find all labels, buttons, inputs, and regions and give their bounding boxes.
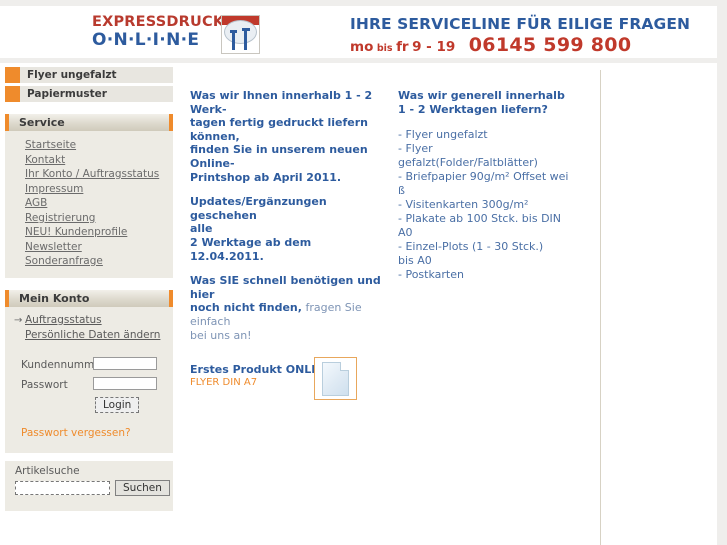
- sidebar-item-registrierung[interactable]: Registrierung: [5, 211, 173, 226]
- serviceline-headline: IHRE SERVICELINE FÜR EILIGE FRAGEN: [350, 15, 691, 33]
- serviceline-hours: 9 - 19: [412, 39, 456, 55]
- section-cap-right-icon: [169, 289, 173, 307]
- site-logo[interactable]: EXPRESSDRUCK O·N·L·I·N·E: [92, 14, 260, 54]
- sidebar-item-agb[interactable]: AGB: [5, 196, 173, 211]
- section-header-mein-konto: Mein Konto: [5, 289, 173, 307]
- serviceline-day-conj: bis: [376, 43, 393, 54]
- intro-p2-line3: 2 Werktage ab dem 12.04.2011.: [190, 235, 312, 263]
- section-cap-left-icon: [5, 289, 9, 307]
- intro-p1-line2: tagen fertig gedruckt liefern: [190, 116, 368, 130]
- forgot-password-link[interactable]: Passwort vergessen?: [21, 427, 173, 439]
- document-page-icon: [322, 362, 349, 396]
- sidebar-item-konto-auftragsstatus[interactable]: Ihr Konto / Auftragsstatus: [5, 167, 173, 182]
- list-item: - Einzel-Plots (1 - 30 Stck.): [398, 240, 544, 253]
- sidebar-item-newsletter[interactable]: Newsletter: [5, 240, 173, 255]
- delivery-list-heading: Was wir generell innerhalb 1 - 2 Werktag…: [398, 89, 594, 117]
- section-title: Mein Konto: [19, 291, 90, 305]
- serviceline-block: IHRE SERVICELINE FÜR EILIGE FRAGEN mo bi…: [350, 15, 691, 60]
- article-search-button[interactable]: Suchen: [115, 479, 170, 496]
- list-item: - Plakate ab 100 Stck. bis DIN: [398, 212, 562, 225]
- login-button[interactable]: Login: [95, 396, 140, 413]
- password-input[interactable]: [93, 376, 157, 390]
- page-container: EXPRESSDRUCK O·N·L·I·N·E IHRE SERVICELIN…: [0, 6, 717, 545]
- article-search-input[interactable]: [15, 480, 110, 495]
- main-left-column: Was wir Ihnen innerhalb 1 - 2 Werk- tage…: [190, 89, 388, 342]
- article-search-label: Artikelsuche: [15, 464, 80, 477]
- serviceline-phone: 06145 599 800: [468, 34, 632, 56]
- login-row: Login: [5, 396, 173, 415]
- section-title: Service: [19, 116, 65, 129]
- customer-number-row: Kundennummer: [5, 356, 173, 373]
- main-right-column: Was wir generell innerhalb 1 - 2 Werktag…: [398, 89, 594, 282]
- list-item: A0: [398, 226, 413, 239]
- section-cap-right-icon: [169, 114, 173, 131]
- service-menu-panel: Startseite Kontakt Ihr Konto / Auftragss…: [5, 131, 173, 278]
- delivery-heading-line1: Was wir generell innerhalb: [398, 89, 565, 102]
- intro-p1-line1: Was wir Ihnen innerhalb 1 - 2 Werk-: [190, 89, 373, 116]
- page-fold-corner-icon: [340, 362, 349, 371]
- delivery-heading-line2: 1 - 2 Werktagen liefern?: [398, 103, 548, 116]
- password-label: Passwort: [21, 378, 68, 391]
- intro-p1-line6: Printshop ab April 2011.: [190, 170, 342, 184]
- sidebar-item-kontakt[interactable]: Kontakt: [5, 153, 173, 168]
- serviceline-hours-row: mo bis fr 9 - 19 06145 599 800: [350, 34, 680, 60]
- intro-paragraph-2: Updates/Ergänzungen geschehen alle 2 Wer…: [190, 195, 388, 263]
- list-item: ß: [398, 184, 405, 197]
- intro-paragraph-1: Was wir Ihnen innerhalb 1 - 2 Werk- tage…: [190, 89, 388, 184]
- sidebar-item-label: Flyer ungefalzt: [27, 69, 117, 81]
- content-vertical-divider: [600, 70, 601, 545]
- account-link-label: Auftragsstatus: [25, 313, 102, 326]
- intro-paragraph-3: Was SIE schnell benötigen und hier noch …: [190, 274, 388, 342]
- sidebar-item-papiermuster[interactable]: Papiermuster: [5, 86, 173, 102]
- delivery-list: - Flyer ungefalzt - Flyer gefalzt(Folder…: [398, 128, 594, 282]
- list-item: gefalzt(Folder/Faltblätter): [398, 156, 538, 169]
- account-link-label: Persönliche Daten ändern: [25, 328, 161, 341]
- list-item: - Briefpapier 90g/m² Offset wei: [398, 170, 569, 183]
- intro-p2-line2: alle: [190, 222, 213, 236]
- sidebar-item-flyer-ungefalzt[interactable]: Flyer ungefalzt: [5, 67, 173, 83]
- account-panel: → Auftragsstatus Persönliche Daten änder…: [5, 306, 173, 453]
- sidebar: Flyer ungefalzt Papiermuster Service Sta…: [5, 67, 173, 511]
- list-item: - Flyer ungefalzt: [398, 128, 488, 141]
- password-row: Passwort: [5, 376, 173, 393]
- list-item: - Flyer: [398, 142, 433, 155]
- speedometer-logo-icon: [221, 15, 260, 54]
- site-header: EXPRESSDRUCK O·N·L·I·N·E IHRE SERVICELIN…: [0, 6, 717, 58]
- section-cap-left-icon: [5, 114, 9, 131]
- sidebar-item-startseite[interactable]: Startseite: [5, 138, 173, 153]
- intro-p3-line2: noch nicht finden,: [190, 301, 302, 315]
- arrow-right-icon: →: [14, 314, 23, 326]
- article-search-panel: Artikelsuche Suchen: [5, 460, 173, 511]
- intro-p1-line5: Online-: [190, 156, 235, 170]
- sidebar-item-impressum[interactable]: Impressum: [5, 182, 173, 197]
- customer-number-input[interactable]: [93, 356, 157, 370]
- intro-p1-line3: können,: [190, 129, 240, 143]
- section-header-service: Service: [5, 114, 173, 131]
- list-item: - Visitenkarten 300g/m²: [398, 198, 529, 211]
- bullet-square-icon: [5, 86, 20, 102]
- serviceline-day-from: mo: [350, 39, 374, 55]
- list-item: bis A0: [398, 254, 432, 267]
- intro-p1-line4: finden Sie in unserem neuen: [190, 143, 368, 157]
- bullet-square-icon: [5, 67, 20, 83]
- product-teaser[interactable]: Erstes Produkt ONLINE FLYER DIN A7: [190, 357, 380, 407]
- flyer-document-thumbnail[interactable]: [314, 357, 357, 400]
- body-area: Flyer ungefalzt Papiermuster Service Sta…: [0, 63, 717, 545]
- list-item: - Postkarten: [398, 268, 464, 281]
- serviceline-day-to: fr: [396, 39, 409, 55]
- intro-p3-line1: Was SIE schnell benötigen und hier: [190, 274, 381, 301]
- sidebar-item-sonderanfrage[interactable]: Sonderanfrage: [5, 254, 173, 269]
- intro-p2-line1: Updates/Ergänzungen geschehen: [190, 195, 327, 222]
- account-link-daten-aendern[interactable]: Persönliche Daten ändern: [5, 328, 173, 343]
- intro-p3-soft-line3: bei uns an!: [190, 328, 252, 342]
- sidebar-item-kundenprofile[interactable]: NEU! Kundenprofile: [5, 225, 173, 240]
- account-link-auftragsstatus[interactable]: → Auftragsstatus: [5, 313, 173, 328]
- sidebar-item-label: Papiermuster: [27, 88, 107, 100]
